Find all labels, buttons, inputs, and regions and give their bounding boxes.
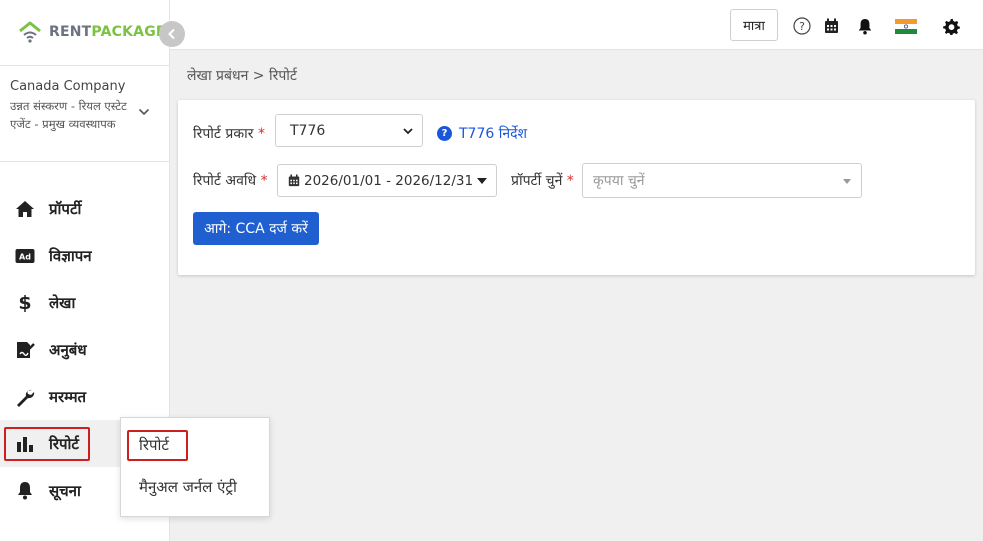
report-type-value: T776 <box>290 122 326 139</box>
calendar-icon[interactable] <box>822 17 840 35</box>
report-submenu: रिपोर्ट मैनुअल जर्नल एंट्री <box>120 417 270 517</box>
bell-icon <box>14 480 36 502</box>
caret-down-icon <box>477 177 488 184</box>
chevron-down-icon <box>138 108 150 116</box>
sidebar-item-label: मरम्मत <box>49 387 87 406</box>
svg-text:?: ? <box>799 20 805 33</box>
report-form-card: रिपोर्ट प्रकार * T776 ? T776 निर्देश रिप… <box>178 100 975 275</box>
gear-icon[interactable] <box>942 17 960 35</box>
sidebar-item-contract[interactable]: अनुबंध <box>0 326 170 373</box>
report-period-label: रिपोर्ट अवधि * <box>193 173 268 189</box>
company-selector[interactable]: Canada Company उन्नत संस्करण - रियल एस्ट… <box>0 65 170 162</box>
report-type-label: रिपोर्ट प्रकार * <box>193 126 265 142</box>
logo-wifi-home-icon <box>17 20 43 44</box>
logo[interactable]: RENTPACKAGE <box>17 20 166 44</box>
report-period-picker[interactable]: 2026/01/01 - 2026/12/31 <box>277 164 497 197</box>
report-type-select[interactable]: T776 <box>275 114 423 147</box>
wrench-icon <box>14 386 36 408</box>
company-name: Canada Company <box>10 79 126 94</box>
sidebar-item-label: विज्ञापन <box>49 246 92 265</box>
logo-text: RENTPACKAGE <box>49 24 166 40</box>
highlight-box <box>4 426 90 461</box>
sidebar-item-label: सूचना <box>49 481 81 500</box>
company-role: उन्नत संस्करण - रियल एस्टेट एजेंट - प्रम… <box>10 99 127 131</box>
help-link-text: T776 निर्देश <box>459 126 528 142</box>
ad-icon: Ad <box>14 245 36 267</box>
property-select-label: प्रॉपर्टी चुनें * <box>511 173 574 189</box>
breadcrumb: लेखा प्रबंधन > रिपोर्ट <box>187 68 297 84</box>
t776-instructions-link[interactable]: ? T776 निर्देश <box>437 124 527 143</box>
sidebar-item-label: प्रॉपर्टी <box>49 199 82 218</box>
sidebar-item-accounting[interactable]: $ लेखा <box>0 279 170 326</box>
sidebar-item-maintenance[interactable]: मरम्मत <box>0 373 170 420</box>
sidebar-item-label: अनुबंध <box>49 340 87 359</box>
chevron-down-icon <box>403 128 413 135</box>
home-icon <box>14 198 36 220</box>
submenu-item-report[interactable]: रिपोर्ट <box>139 435 169 455</box>
top-header: मात्रा ? <box>170 0 983 50</box>
calendar-icon <box>288 174 300 187</box>
svg-text:Ad: Ad <box>19 252 31 261</box>
chevron-left-icon <box>168 28 175 40</box>
sidebar-item-ads[interactable]: Ad विज्ञापन <box>0 232 170 279</box>
next-enter-cca-button[interactable]: आगे: CCA दर्ज करें <box>193 212 319 245</box>
property-placeholder: कृपया चुनें <box>593 173 645 189</box>
india-flag-icon[interactable] <box>895 17 917 35</box>
dollar-icon: $ <box>18 291 32 314</box>
unit-button[interactable]: मात्रा <box>730 9 778 41</box>
question-circle-icon: ? <box>437 126 452 141</box>
property-select[interactable]: कृपया चुनें <box>582 163 862 198</box>
sidebar-item-property[interactable]: प्रॉपर्टी <box>0 185 170 232</box>
help-icon[interactable]: ? <box>793 17 811 35</box>
submenu-item-manual-journal-entry[interactable]: मैनुअल जर्नल एंट्री <box>139 477 237 497</box>
caret-down-icon <box>843 179 851 184</box>
bell-icon[interactable] <box>856 17 874 35</box>
sidebar-collapse-button[interactable] <box>159 21 185 47</box>
report-period-value: 2026/01/01 - 2026/12/31 <box>304 172 474 189</box>
sidebar-item-label: लेखा <box>49 293 76 312</box>
contract-icon <box>14 339 36 361</box>
